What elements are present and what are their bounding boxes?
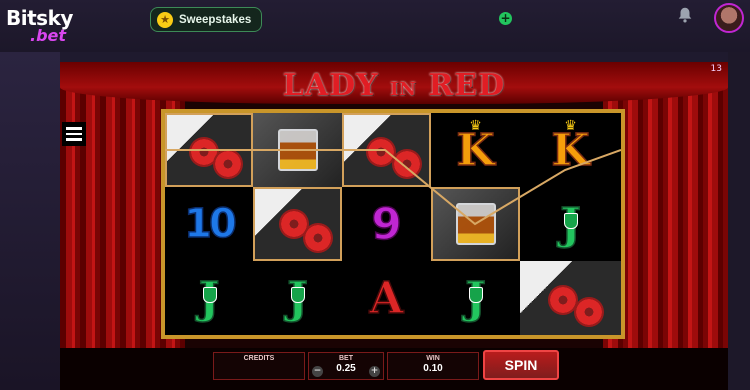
bell-icon[interactable] [676,6,694,24]
right-backdrop [728,52,750,390]
win-line [165,149,621,226]
credits-label: CREDITS [243,355,275,362]
game-badge: 13 [710,64,722,74]
slot-game[interactable]: LADY IN RED 13 10 J J 9 [60,62,728,390]
title-word-2: IN [390,79,417,100]
add-funds-icon[interactable]: + [499,12,512,25]
bet-label: BET [339,355,353,362]
bet-decrease-button[interactable]: − [312,366,323,377]
game-title: LADY IN RED [60,68,728,103]
star-icon: ★ [157,11,173,28]
win-display: WIN 0.10 [387,352,479,380]
logo-suffix: .bet [30,26,67,45]
avatar[interactable] [714,3,744,33]
credits-display: CREDITS [213,352,305,380]
sweepstakes-label: Sweepstakes [179,13,252,26]
spin-button[interactable]: SPIN [483,350,559,380]
sweepstakes-button[interactable]: ★ Sweepstakes [150,7,262,32]
control-bar: CREDITS BET 0.25 − + WIN 0.10 SPIN [60,348,728,390]
win-value: 0.10 [423,363,443,374]
bet-increase-button[interactable]: + [369,366,380,377]
title-word-1: LADY [282,68,379,103]
reel-frame: 10 J J 9 A ♛ K [161,109,625,339]
title-word-3: RED [428,68,506,103]
hamburger-menu-icon[interactable] [62,122,86,146]
top-bar: Bitsky .bet ★ Sweepstakes + [0,0,750,52]
left-backdrop [0,52,60,390]
bet-display: BET 0.25 − + [308,352,384,380]
win-label: WIN [426,355,440,362]
bitsky-logo[interactable]: Bitsky .bet [6,6,86,45]
